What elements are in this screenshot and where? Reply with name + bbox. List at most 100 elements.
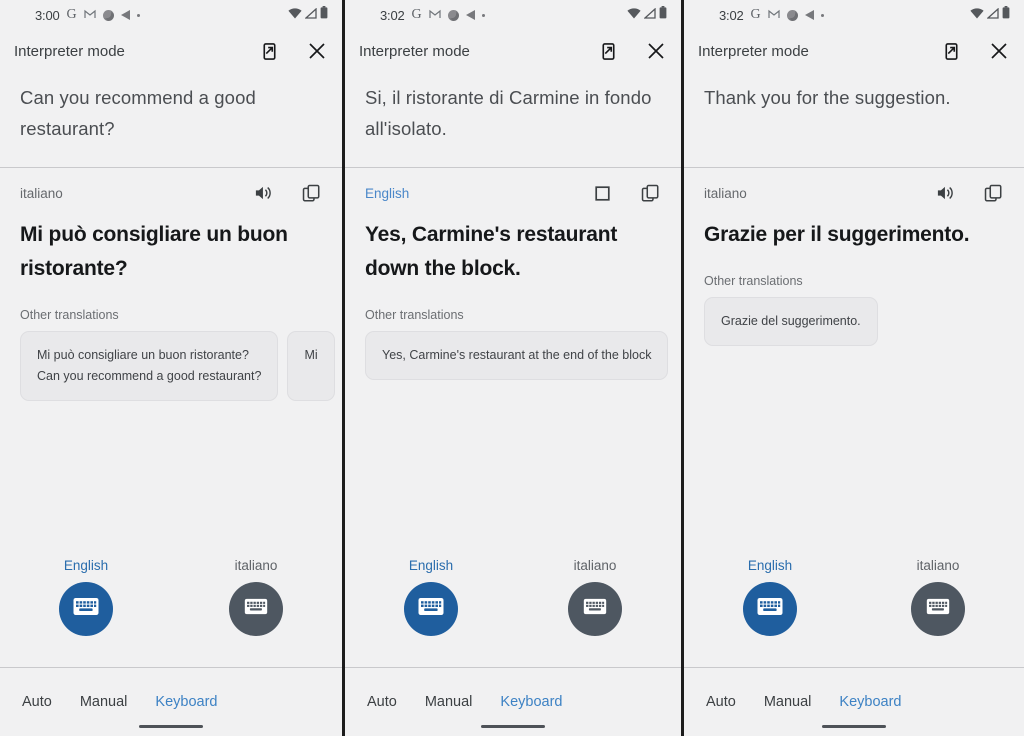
list-item[interactable]: Mi <box>287 331 335 401</box>
close-icon[interactable] <box>988 40 1010 62</box>
language-selector-row: English italiano <box>0 550 342 668</box>
system-navigation-pill[interactable] <box>822 725 886 728</box>
other-translations-label: Other translations <box>704 274 803 288</box>
signal-icon <box>643 6 656 24</box>
copy-icon[interactable] <box>639 182 661 204</box>
cast-to-phone-icon[interactable] <box>597 40 619 62</box>
dot-icon <box>481 13 485 17</box>
copy-icon[interactable] <box>982 182 1004 204</box>
translated-text: Mi può consigliare un buon ristorante? <box>20 223 288 280</box>
language-left-label: English <box>747 558 793 573</box>
language-left: English <box>724 558 816 636</box>
status-time: 3:02 <box>380 7 405 23</box>
tab-keyboard[interactable]: Keyboard <box>500 694 562 710</box>
play-triangle-icon <box>465 10 475 20</box>
keyboard-button-left[interactable] <box>404 582 458 636</box>
signal-icon <box>304 6 317 24</box>
translation-actions <box>591 182 661 204</box>
source-text: Thank you for the suggestion. <box>704 87 951 108</box>
translated-text: Grazie per il suggerimento. <box>704 223 970 246</box>
tab-manual[interactable]: Manual <box>80 694 128 710</box>
tab-manual[interactable]: Manual <box>764 694 812 710</box>
keyboard-icon <box>926 598 950 620</box>
source-text-area: Can you recommend a good restaurant? <box>0 72 342 168</box>
tab-auto[interactable]: Auto <box>706 694 736 710</box>
language-selector-row: English italiano <box>684 550 1024 668</box>
keyboard-icon <box>757 597 783 621</box>
keyboard-button-left[interactable] <box>743 582 797 636</box>
close-icon[interactable] <box>306 40 328 62</box>
alt-translation-line: Mi può consigliare un buon ristorante? <box>37 348 249 362</box>
language-left-label: English <box>63 558 109 573</box>
language-right-label: italiano <box>916 558 960 573</box>
page-title: Interpreter mode <box>359 42 470 60</box>
mode-tabs: Auto Manual Keyboard <box>684 668 1024 736</box>
translation-header: English <box>365 182 661 204</box>
page-title: Interpreter mode <box>14 42 125 60</box>
source-text: Can you recommend a good restaurant? <box>20 87 256 139</box>
play-triangle-icon <box>120 10 130 20</box>
google-g-icon: G <box>750 7 761 22</box>
battery-icon <box>1002 6 1010 24</box>
mode-tabs: Auto Manual Keyboard <box>0 668 342 736</box>
language-right: italiano <box>210 558 302 636</box>
translation-area: italiano Grazie per il suggerimento. Oth… <box>684 168 1024 550</box>
keyboard-button-right[interactable] <box>229 582 283 636</box>
tab-keyboard[interactable]: Keyboard <box>839 694 901 710</box>
close-icon[interactable] <box>645 40 667 62</box>
translation-area: italiano Mi può consigliare un buon rist… <box>0 168 342 550</box>
status-bar-right <box>970 6 1010 24</box>
keyboard-button-right[interactable] <box>911 582 965 636</box>
tab-keyboard[interactable]: Keyboard <box>155 694 217 710</box>
system-navigation-pill[interactable] <box>481 725 545 728</box>
alternative-translations-list: Grazie del suggerimento. <box>704 297 1004 346</box>
language-left-label: English <box>408 558 454 573</box>
status-bar-right <box>627 6 667 24</box>
list-item[interactable]: Grazie del suggerimento. <box>704 297 878 346</box>
translation-header: italiano <box>704 182 1004 204</box>
app-bar-actions <box>597 40 667 62</box>
photos-icon <box>102 9 114 21</box>
gmail-icon <box>429 9 441 21</box>
keyboard-button-left[interactable] <box>59 582 113 636</box>
cast-to-phone-icon[interactable] <box>940 40 962 62</box>
signal-icon <box>986 6 999 24</box>
list-item[interactable]: Yes, Carmine's restaurant at the end of … <box>365 331 669 380</box>
keyboard-button-right[interactable] <box>568 582 622 636</box>
language-selector-row: English italiano <box>345 550 681 668</box>
speaker-icon[interactable] <box>934 182 956 204</box>
translation-actions <box>252 182 322 204</box>
tab-auto[interactable]: Auto <box>367 694 397 710</box>
translated-text: Yes, Carmine's restaurant down the block… <box>365 223 618 280</box>
speaker-icon[interactable] <box>252 182 274 204</box>
status-bar-left: 3:02 G <box>380 8 485 23</box>
alternative-translations-list: Mi può consigliare un buon ristorante? C… <box>20 331 335 401</box>
phone-screen-1: 3:00 G Interpreter mode Can you recommen… <box>0 0 342 736</box>
gmail-icon <box>84 9 96 21</box>
stop-square-icon[interactable] <box>591 182 613 204</box>
wifi-icon <box>288 6 302 24</box>
status-bar: 3:02 G <box>345 0 681 30</box>
tab-manual[interactable]: Manual <box>425 694 473 710</box>
translation-area: English Yes, Carmine's restaurant down t… <box>345 168 681 550</box>
copy-icon[interactable] <box>300 182 322 204</box>
cast-to-phone-icon[interactable] <box>258 40 280 62</box>
page-title: Interpreter mode <box>698 42 809 60</box>
system-navigation-pill[interactable] <box>139 725 203 728</box>
mode-tabs: Auto Manual Keyboard <box>345 668 681 736</box>
wifi-icon <box>970 6 984 24</box>
photos-icon <box>786 9 798 21</box>
photos-icon <box>447 9 459 21</box>
source-text-area: Si, il ristorante di Carmine in fondo al… <box>345 72 681 168</box>
app-bar-actions <box>940 40 1010 62</box>
tab-auto[interactable]: Auto <box>22 694 52 710</box>
alternative-translations-list: Yes, Carmine's restaurant at the end of … <box>365 331 669 380</box>
language-left: English <box>385 558 477 636</box>
gmail-icon <box>768 9 780 21</box>
list-item[interactable]: Mi può consigliare un buon ristorante? C… <box>20 331 279 401</box>
other-translations-label: Other translations <box>20 308 119 322</box>
language-left: English <box>40 558 132 636</box>
phone-screen-2: 3:02 G Interpreter mode Si, il ristorant… <box>342 0 684 736</box>
translation-actions <box>934 182 1004 204</box>
status-bar-right <box>288 6 328 24</box>
